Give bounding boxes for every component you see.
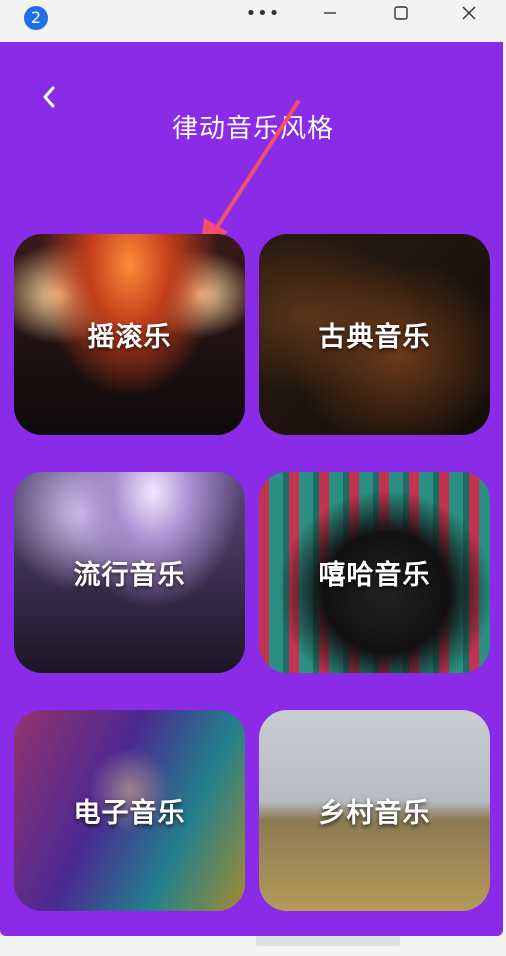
minimize-button[interactable] xyxy=(313,0,347,26)
close-icon xyxy=(462,6,476,20)
genre-label: 乡村音乐 xyxy=(318,798,431,829)
app-screen: 律动音乐风格 摇滚乐 古典音乐 流行音乐 嘻哈音乐 电子音乐 乡村音乐 xyxy=(0,42,503,936)
more-options-button[interactable]: ••• xyxy=(245,0,281,26)
genre-card-country[interactable]: 乡村音乐 xyxy=(259,710,490,911)
maximize-button[interactable] xyxy=(384,0,418,26)
close-button[interactable] xyxy=(452,0,486,26)
genre-label: 嘻哈音乐 xyxy=(318,560,431,591)
chevron-left-icon xyxy=(43,86,55,108)
genre-card-hiphop[interactable]: 嘻哈音乐 xyxy=(259,472,490,673)
genre-card-rock[interactable]: 摇滚乐 xyxy=(14,234,245,435)
genre-label: 流行音乐 xyxy=(73,560,186,591)
genre-card-classical[interactable]: 古典音乐 xyxy=(259,234,490,435)
minimize-icon xyxy=(324,12,336,14)
genre-card-pop[interactable]: 流行音乐 xyxy=(14,472,245,673)
notification-badge: 2 xyxy=(24,6,48,30)
window-titlebar: 2 ••• xyxy=(0,0,506,42)
genre-card-electronic[interactable]: 电子音乐 xyxy=(14,710,245,911)
maximize-icon xyxy=(394,6,408,20)
horizontal-scrollbar[interactable] xyxy=(256,936,400,946)
genre-label: 摇滚乐 xyxy=(87,322,172,353)
genre-label: 古典音乐 xyxy=(318,322,431,353)
genre-label: 电子音乐 xyxy=(73,798,186,829)
